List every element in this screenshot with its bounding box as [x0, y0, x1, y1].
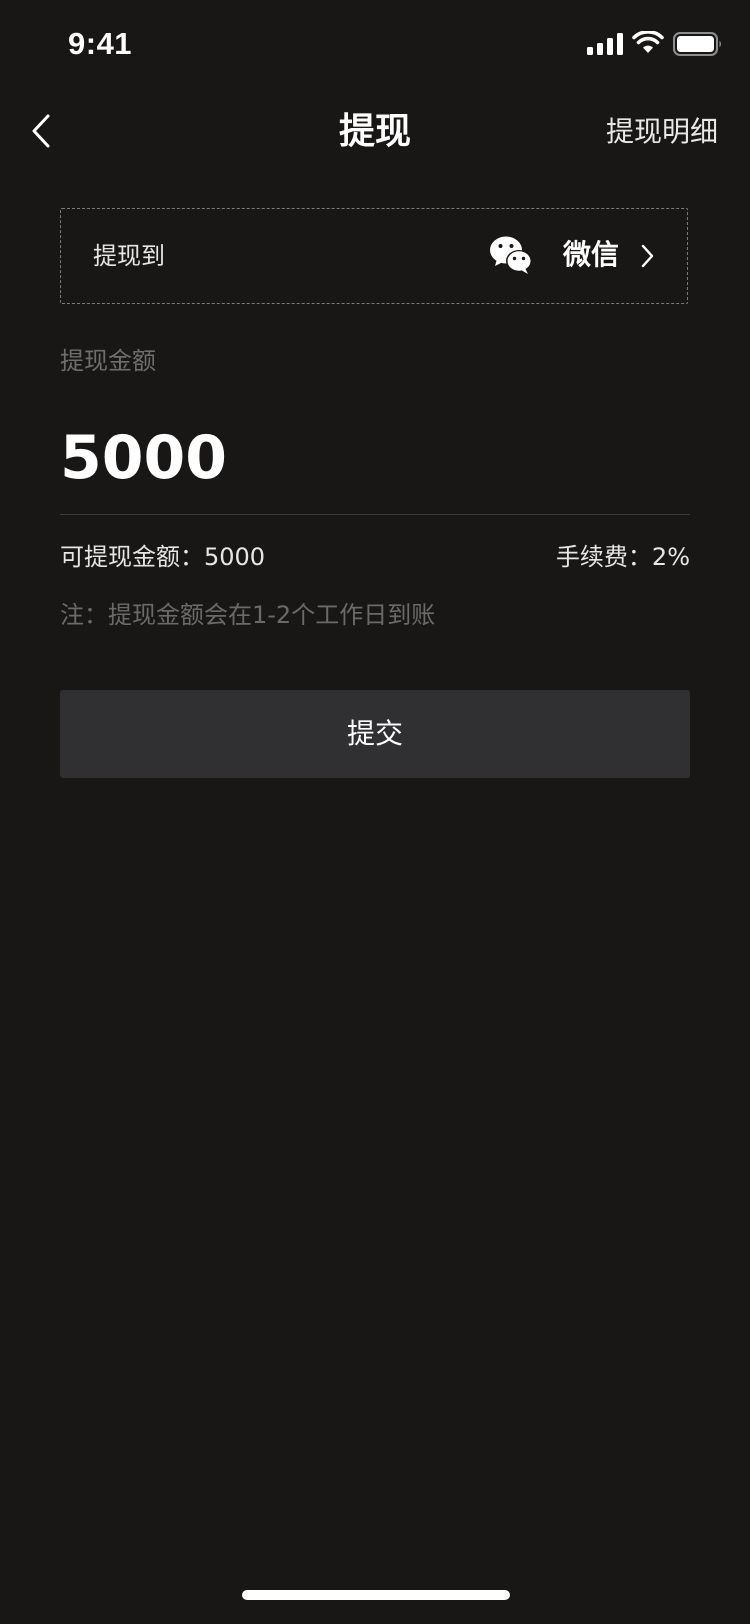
wifi-icon: [632, 31, 664, 53]
battery-icon: [673, 32, 721, 56]
submit-button[interactable]: 提交: [60, 690, 690, 778]
status-time: 9:41: [68, 26, 133, 61]
home-indicator: [242, 1590, 510, 1600]
withdraw-note: 注：提现金额会在1-2个工作日到账: [60, 601, 436, 629]
withdraw-method-selector[interactable]: 提现到 微信: [60, 208, 688, 304]
amount-label: 提现金额: [60, 347, 156, 375]
amount-input[interactable]: 5000: [60, 420, 227, 496]
withdraw-to-label: 提现到: [93, 242, 165, 270]
amount-divider: [60, 514, 690, 515]
status-bar: 9:41: [0, 0, 750, 88]
withdraw-history-link[interactable]: 提现明细: [606, 110, 718, 154]
available-amount: 可提现金额：5000: [60, 543, 266, 571]
wechat-icon: [490, 236, 532, 274]
nav-bar: 提现 提现明细: [0, 88, 750, 176]
withdraw-method-name: 微信: [563, 238, 620, 271]
signal-icon: [587, 33, 623, 55]
service-fee: 手续费：2%: [555, 543, 690, 571]
chevron-right-icon: [641, 244, 654, 268]
